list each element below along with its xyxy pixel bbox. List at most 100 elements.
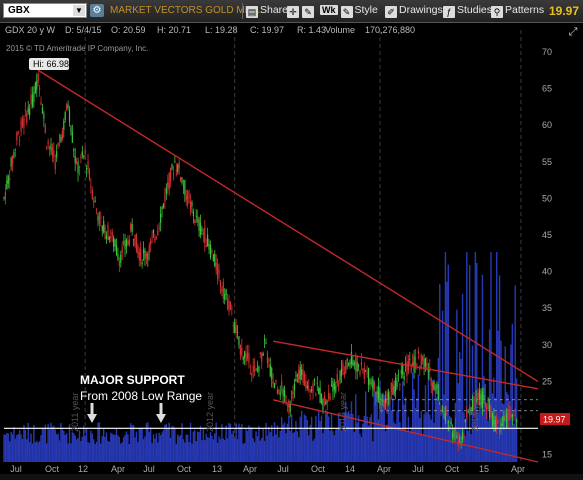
volume-bar <box>296 431 299 462</box>
candle-body <box>353 362 355 366</box>
candle-body <box>97 216 99 221</box>
candle-body <box>76 161 78 164</box>
candle-body <box>377 386 380 400</box>
gear-icon[interactable]: ⚙ <box>90 4 104 17</box>
volume-bar <box>7 433 9 462</box>
candle-body <box>212 254 214 262</box>
candle-body <box>167 182 169 189</box>
patterns-button[interactable]: ⚲ Patterns <box>491 4 544 18</box>
volume-bar <box>377 419 380 462</box>
candle-body <box>305 381 307 389</box>
candle-body <box>325 401 327 405</box>
volume-bar <box>198 432 200 462</box>
candle-body <box>64 112 66 120</box>
candle-body <box>451 432 454 438</box>
candle-body <box>279 393 281 396</box>
symbol-input[interactable]: GBX ▼ <box>3 3 87 18</box>
candle-body <box>396 381 398 387</box>
volume-bar <box>88 442 91 462</box>
candle-body <box>510 414 512 418</box>
candle-body <box>178 162 180 169</box>
wrench-icon: ✎ <box>302 6 314 18</box>
candle-body <box>214 253 216 266</box>
studies-button[interactable]: ƒ Studies <box>443 4 492 18</box>
drawings-button[interactable]: ✐ Drawings <box>385 4 443 18</box>
candle-body <box>222 281 224 299</box>
volume-bar <box>101 435 103 462</box>
volume-bar <box>464 436 467 462</box>
candle-body <box>204 227 206 244</box>
volume-bar <box>77 437 79 462</box>
candle-body <box>157 230 159 235</box>
candle-body <box>121 247 123 254</box>
share-icon: ▤ <box>246 6 258 18</box>
volume-bar <box>373 380 375 462</box>
candle-body <box>236 331 239 333</box>
volume-bar <box>206 437 209 462</box>
candle-body <box>184 180 186 195</box>
volume-bar <box>336 428 338 462</box>
volume-bar <box>181 423 183 462</box>
volume-bar <box>107 440 109 462</box>
volume-bar <box>90 430 92 462</box>
crosshair-button[interactable]: ✛ <box>287 4 301 18</box>
volume-bar <box>280 417 283 462</box>
candle-body <box>105 235 108 240</box>
volume-bar <box>138 428 140 462</box>
candle-body <box>289 403 291 413</box>
candle-body <box>379 392 381 404</box>
candle-body <box>192 211 194 216</box>
candle-body <box>175 170 177 172</box>
candle-body <box>508 409 511 417</box>
candle-body <box>349 361 351 366</box>
volume-bar <box>409 432 411 462</box>
candle-body <box>323 395 325 400</box>
candle-body <box>363 367 365 379</box>
volume-bar <box>125 431 128 462</box>
volume-bar <box>85 427 88 462</box>
candle-body <box>322 399 324 410</box>
candle-body <box>434 386 437 391</box>
volume-bar <box>313 438 316 462</box>
candle-body <box>406 361 408 376</box>
volume-bar <box>214 433 216 462</box>
tools-button[interactable]: ✎ <box>302 4 316 18</box>
candle-body <box>335 386 337 392</box>
candle-body <box>251 373 253 376</box>
candle-body <box>386 393 388 407</box>
x-tick-label: Apr <box>111 464 125 474</box>
candle-body <box>229 301 232 310</box>
volume-bar <box>46 443 48 462</box>
volume-bar <box>384 431 387 462</box>
style-button[interactable]: Wk ✎ Style <box>320 4 378 18</box>
share-button[interactable]: ▤ Share <box>246 4 288 18</box>
candle-body <box>450 421 452 425</box>
volume-bar <box>54 429 56 462</box>
candle-body <box>301 369 303 376</box>
volume-bar <box>514 285 516 462</box>
volume-bar <box>122 437 125 462</box>
candle-body <box>370 381 372 385</box>
volume-bar <box>53 425 55 462</box>
candle-body <box>357 365 360 367</box>
candle-body <box>503 416 505 422</box>
chevron-down-icon[interactable]: ▼ <box>73 5 85 16</box>
candle-body <box>218 269 220 274</box>
volume-bar <box>406 430 408 462</box>
volume-bar <box>57 433 59 462</box>
candle-body <box>88 169 91 180</box>
last-price: 19.97 <box>548 4 579 18</box>
price-chart[interactable]: 706560555045403530252015 JulOct12AprJulO… <box>0 22 583 474</box>
volume-bar <box>13 426 15 462</box>
y-tick-label: 40 <box>542 267 552 277</box>
volume-bar <box>305 415 307 462</box>
volume-bar <box>439 284 441 462</box>
volume-bar <box>243 442 246 462</box>
candle-body <box>54 162 56 170</box>
volume-bar <box>421 434 424 462</box>
volume-bar <box>120 443 122 462</box>
volume-bar <box>104 436 106 462</box>
volume-bar <box>140 428 142 462</box>
volume-bar <box>100 443 102 462</box>
candle-body <box>262 353 264 356</box>
